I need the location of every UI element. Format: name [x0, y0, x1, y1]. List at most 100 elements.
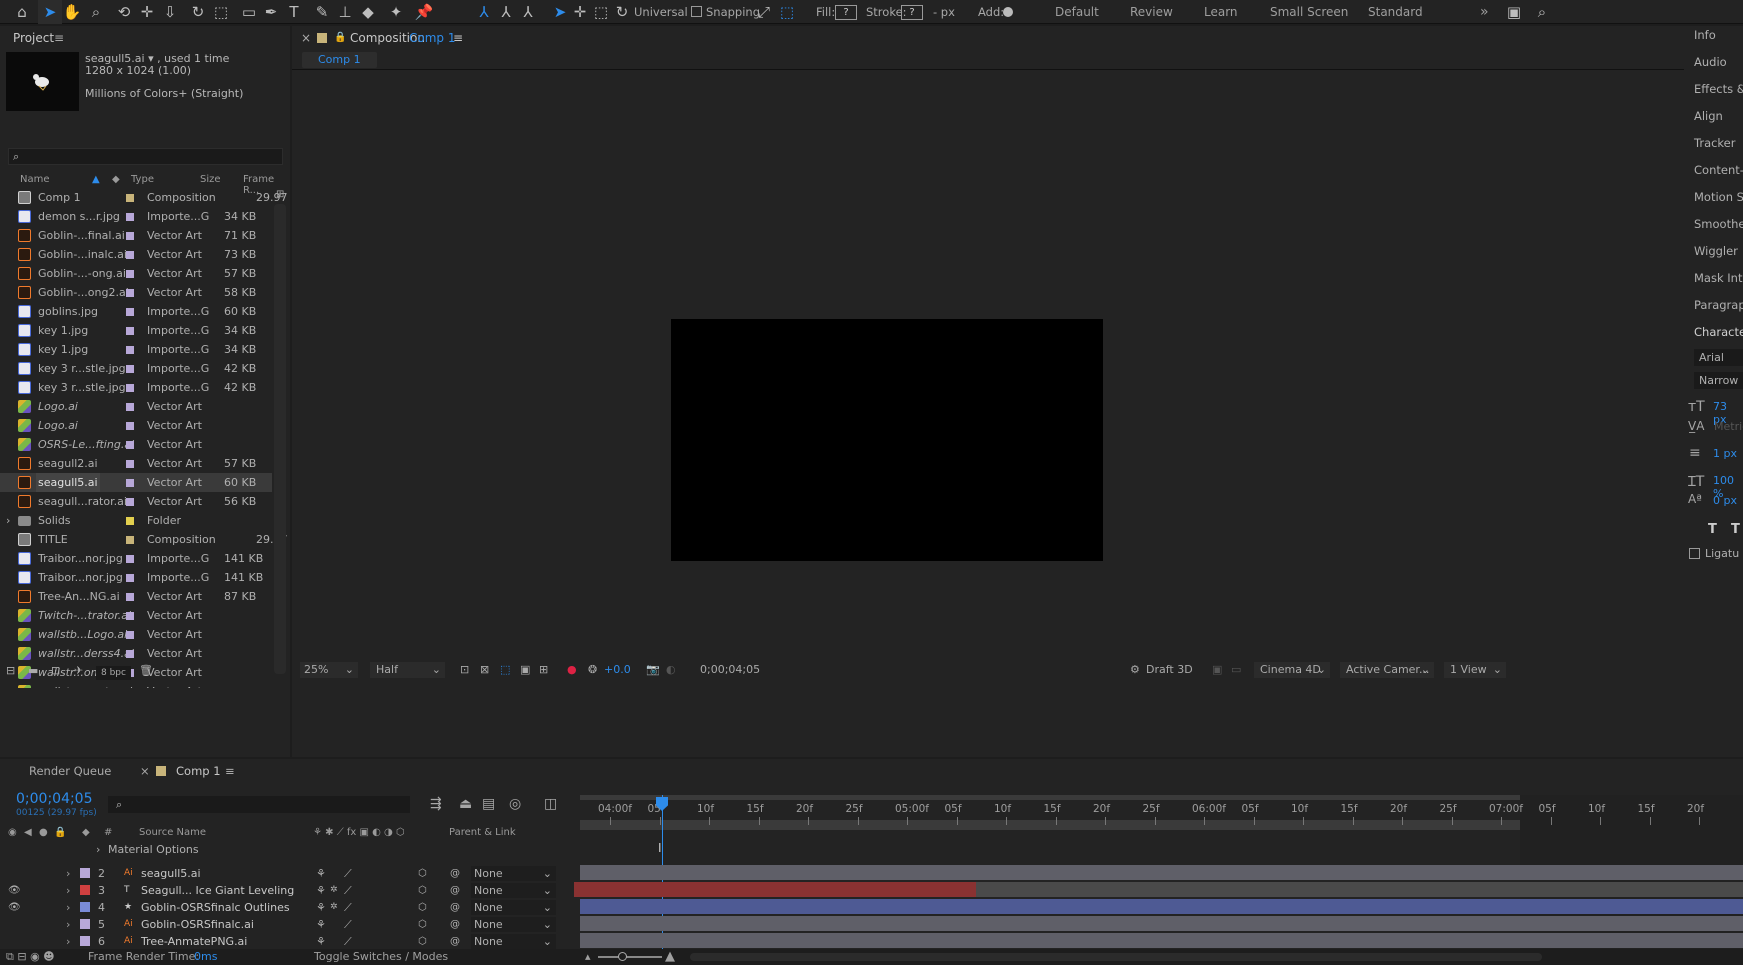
project-item[interactable]: OSRS-Le...fting.ai Vector Art — [0, 435, 272, 454]
grid-options-icon[interactable]: ⊞ — [539, 659, 548, 681]
toggle-switches-modes[interactable]: Toggle Switches / Modes — [314, 949, 448, 965]
layer-name[interactable]: Seagull... Ice Giant Leveling — [141, 882, 294, 899]
time-ruler[interactable]: 04:00f 05f 10f 15f 20f 25f 05:00f 05f 10f 15f 20f 2… — [580, 795, 1743, 825]
quality-switch-icon[interactable]: ⟋ — [344, 899, 352, 916]
label-color-swatch[interactable] — [126, 536, 134, 544]
zoom-in-icon[interactable]: ▲ — [665, 949, 675, 965]
comp-panel-name[interactable]: Comp 1 — [409, 26, 455, 50]
expand-arrow-icon[interactable]: › — [6, 511, 10, 530]
clone-stamp-tool-icon[interactable]: ⊥ — [333, 0, 357, 24]
label-color-swatch[interactable] — [126, 384, 134, 392]
source-name-header[interactable]: Source Name — [139, 825, 206, 840]
layer-bar-6[interactable] — [580, 933, 1743, 948]
rectangle-tool-icon[interactable]: ▭ — [237, 0, 261, 24]
project-item[interactable]: › Solids Folder — [0, 511, 272, 530]
label-color-swatch[interactable] — [126, 479, 134, 487]
label-color-swatch[interactable] — [126, 270, 134, 278]
graph-editor-icon[interactable]: ◫ — [544, 796, 557, 812]
eye-icon[interactable]: 👁 — [8, 882, 21, 899]
parent-dropdown[interactable]: None ⌄ — [471, 866, 556, 881]
fill-swatch[interactable]: ? — [835, 5, 857, 20]
label-color-swatch[interactable] — [126, 517, 134, 525]
panel-menu-icon[interactable]: ≡ — [54, 26, 64, 50]
render-options-icon[interactable]: ⧉ ⊟ ◉ ☻ — [6, 949, 55, 965]
color-channel-icon[interactable]: ● — [567, 659, 577, 681]
project-item[interactable]: Tree-An...NG.ai Vector Art 87 KB — [0, 587, 272, 606]
search-help-icon[interactable]: ⌕ — [1530, 0, 1554, 24]
3d-layer-icon[interactable]: ⬡ — [418, 916, 427, 933]
shy-switch-icon[interactable]: ⚘ — [316, 865, 326, 882]
draft-3d-icon[interactable]: ⏏ — [459, 796, 472, 812]
col-type[interactable]: Type — [131, 174, 154, 185]
workspace-default[interactable]: Default — [1055, 0, 1099, 24]
right-panel-tab[interactable]: Smoother — [1694, 217, 1743, 231]
layer-bar-2[interactable] — [580, 865, 1743, 880]
3d-layer-icon[interactable]: ⬡ — [418, 899, 427, 916]
label-color-swatch[interactable] — [126, 308, 134, 316]
faux-bold-icon[interactable]: T — [1708, 522, 1717, 537]
project-item[interactable]: goblins.jpg Importe...G 60 KB — [0, 302, 272, 321]
zoom-dropdown[interactable]: 25% ⌄ — [300, 662, 358, 678]
project-item[interactable]: key 1.jpg Importe...G 34 KB — [0, 321, 272, 340]
delete-icon[interactable]: 🗑 — [139, 664, 153, 677]
label-tag-icon[interactable]: ◆ — [112, 174, 120, 185]
stroke-width[interactable]: - px — [933, 0, 955, 24]
col-name[interactable]: Name — [20, 174, 50, 185]
label-color-swatch[interactable] — [126, 574, 134, 582]
collapse-switch-icon[interactable]: ✲ — [330, 899, 338, 916]
roto-brush-tool-icon[interactable]: ✦ — [384, 0, 408, 24]
label-color-swatch[interactable] — [126, 650, 134, 658]
project-item[interactable]: Twitch-...trator.ai Vector Art — [0, 606, 272, 625]
layer-name[interactable]: seagull5.ai — [141, 865, 201, 882]
project-item[interactable]: Goblin-...inalc.ai Vector Art 73 KB — [0, 245, 272, 264]
project-item[interactable]: wallstr...ogotry.ai Vector Art — [0, 682, 272, 688]
local-axis-mode-icon[interactable]: ⅄ — [472, 0, 496, 24]
label-color-swatch[interactable] — [126, 213, 134, 221]
solo-switch-icon[interactable]: ● — [39, 825, 48, 840]
resolution-dropdown[interactable]: Half ⌄ — [370, 662, 445, 678]
quality-switch-icon[interactable]: ⟋ — [344, 882, 352, 899]
expand-arrow-icon[interactable]: › — [66, 865, 70, 882]
label-column-icon[interactable]: ◆ — [82, 825, 90, 840]
rotation-tool-icon[interactable]: ↻ — [186, 0, 210, 24]
quality-switch-icon[interactable]: ⟋ — [344, 916, 352, 933]
material-options-toggle[interactable]: › — [96, 843, 100, 856]
show-snapshot-icon[interactable]: ◐ — [666, 659, 676, 681]
quality-switch-icon[interactable]: ⟋ — [344, 865, 352, 882]
font-style-field[interactable]: Narrow — [1694, 372, 1743, 389]
time-graph[interactable]: 04:00f 05f 10f 15f 20f 25f 05:00f 05f 10f 15f 20f 2… — [574, 795, 1743, 961]
right-panel-tab[interactable]: Mask Inte — [1694, 271, 1743, 285]
comp-mini-flowchart-icon[interactable]: ⇶ — [430, 796, 442, 812]
snapping-checkbox[interactable] — [691, 6, 702, 17]
reset-exposure-icon[interactable]: ❂ — [588, 659, 597, 681]
layer-row[interactable]: › 6 Ai Tree-AnmatePNG.ai ⚘ ⟋ ⬡ @ None ⌄ — [0, 933, 577, 950]
label-color-swatch[interactable] — [126, 194, 134, 202]
eraser-tool-icon[interactable]: ◆ — [356, 0, 380, 24]
right-panel-tab[interactable]: Info — [1694, 28, 1716, 42]
project-item[interactable]: key 1.jpg Importe...G 34 KB — [0, 340, 272, 359]
cinema4d-dropdown[interactable]: Cinema 4D ⌄ — [1254, 662, 1330, 678]
workspace-panel-icon[interactable]: ▣ — [1502, 0, 1526, 24]
project-item[interactable]: demon s...r.jpg Importe...G 34 KB — [0, 207, 272, 226]
workspace-review[interactable]: Review — [1130, 0, 1173, 24]
video-switch-icon[interactable]: ◉ — [8, 825, 17, 840]
3d-ground-icon[interactable]: ▭ — [1231, 659, 1241, 681]
shy-switch-icon[interactable]: ⚘ — [316, 882, 326, 899]
mask-visibility-icon[interactable]: ⬚ — [500, 659, 510, 681]
project-search-input[interactable]: ⌕ — [8, 148, 283, 165]
new-folder-icon[interactable]: ▬ — [28, 664, 38, 677]
visibility-toggle[interactable] — [8, 868, 18, 878]
layer-name[interactable]: Tree-AnmatePNG.ai — [141, 933, 247, 950]
layer-bar-4[interactable] — [580, 899, 1743, 914]
label-color-swatch[interactable] — [126, 612, 134, 620]
label-color-swatch[interactable] — [126, 365, 134, 373]
view-layout-dropdown[interactable]: 1 View ⌄ — [1444, 662, 1506, 678]
project-item[interactable]: Goblin-...final.ai Vector Art 71 KB — [0, 226, 272, 245]
project-item[interactable]: Traibor...nor.jpg Importe...G 141 KB — [0, 568, 272, 587]
layer-color-label[interactable] — [80, 902, 90, 912]
project-item[interactable]: wallstb...Logo.ai Vector Art — [0, 625, 272, 644]
audio-switch-icon[interactable]: ◀ — [24, 825, 32, 840]
hand-tool-icon[interactable]: ✋ — [60, 0, 84, 24]
right-panel-tab[interactable]: Motion Sk — [1694, 190, 1743, 204]
right-panel-tab[interactable]: Content-A — [1694, 163, 1743, 177]
